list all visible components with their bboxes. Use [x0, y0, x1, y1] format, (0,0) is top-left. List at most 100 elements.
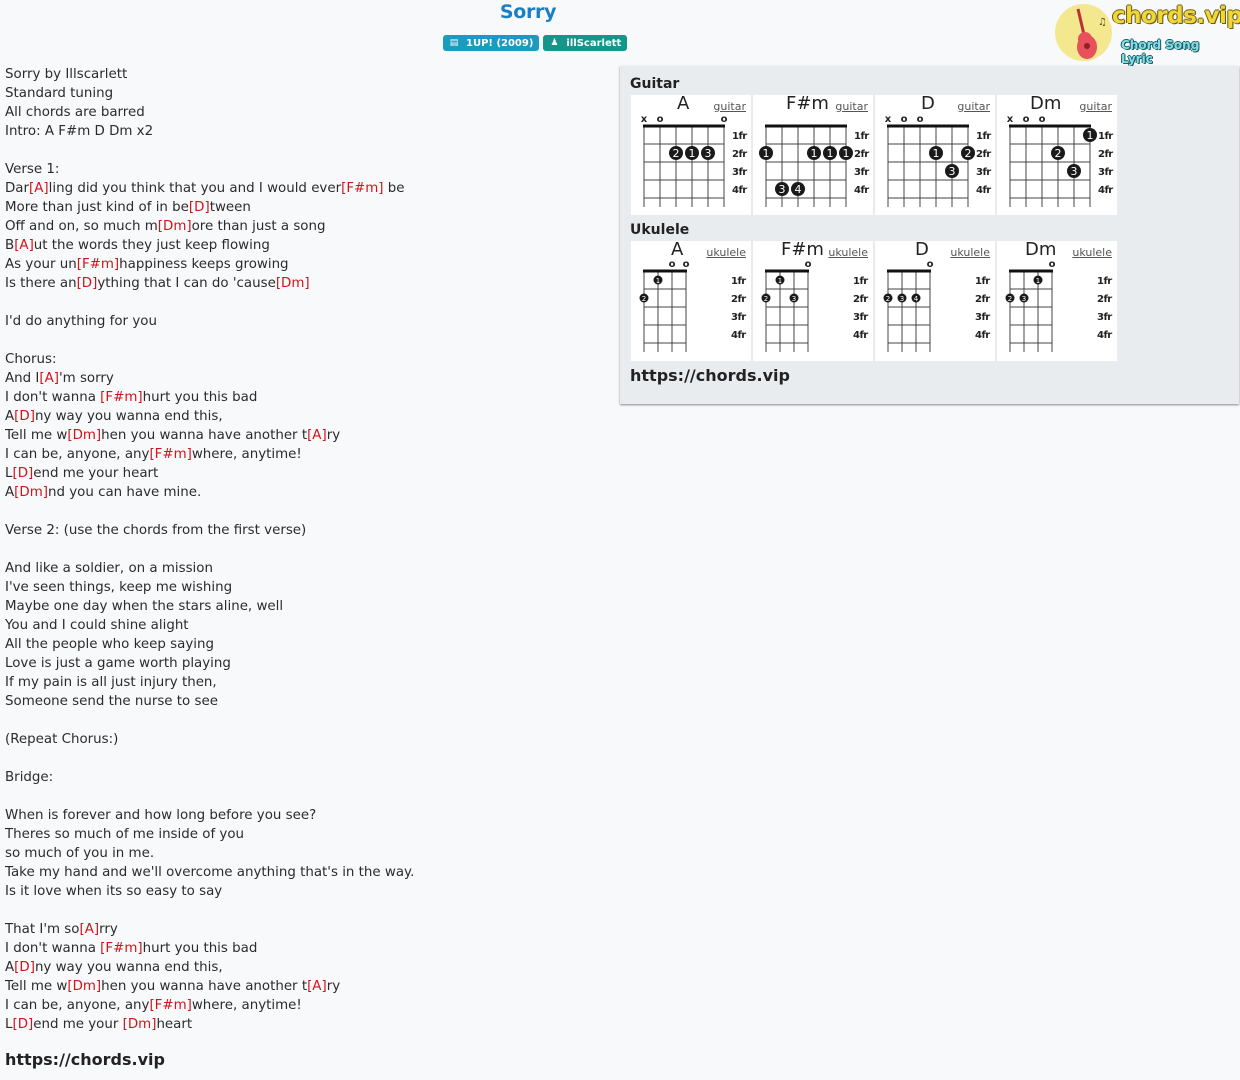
fret-label: 1fr: [854, 131, 869, 142]
artist-badge[interactable]: ♟ illScarlett: [543, 35, 628, 51]
panel-site-link[interactable]: https://chords.vip: [630, 366, 790, 385]
chord-diagram: x o o1fr2fr3fr4fr231: [1007, 114, 1114, 207]
open-string-marker: o: [657, 114, 664, 125]
chord-link[interactable]: [F#m]: [341, 181, 383, 196]
open-string-marker: o: [1039, 114, 1046, 125]
lyric-text: You and I could shine alight: [5, 618, 189, 633]
chord-link[interactable]: [F#m]: [149, 998, 191, 1013]
chord-link[interactable]: [A]: [14, 238, 34, 253]
chord-link[interactable]: [Dm]: [14, 485, 48, 500]
fret-label: 4fr: [732, 185, 747, 196]
chord-link[interactable]: [A]: [307, 979, 327, 994]
lyric-text: hurt you this bad: [142, 941, 258, 956]
chord-link[interactable]: [Dm]: [276, 276, 310, 291]
open-string-marker: o: [1049, 259, 1056, 270]
finger-number: 3: [949, 165, 956, 178]
chord-link[interactable]: [D]: [14, 960, 35, 975]
chord-link[interactable]: [Dm]: [123, 1017, 157, 1032]
chord-diagram: o 1fr 2fr 3fr 4fr 2 3 1: [1005, 259, 1113, 352]
lyric-text: All chords are barred: [5, 105, 145, 120]
song-title: Sorry: [499, 1, 557, 23]
chord-link[interactable]: [Dm]: [67, 428, 101, 443]
open-string-marker: o: [721, 114, 728, 125]
lyric-line: Take my hand and we'll overcome anything…: [5, 863, 605, 882]
lyric-text: end me your heart: [33, 466, 159, 481]
lyric-text: rry: [99, 922, 118, 937]
chord-link[interactable]: [F#m]: [77, 257, 119, 272]
ukulele-chord-card-dm[interactable]: Dm ukulele o 1fr 2fr 3fr 4fr 2 3 1: [997, 239, 1117, 361]
chord-link[interactable]: [D]: [77, 276, 98, 291]
guitar-icon: ♫: [1076, 8, 1107, 59]
finger-number: 4: [795, 183, 802, 196]
lyric-line: That I'm so[A]rry: [5, 920, 605, 939]
chord-link[interactable]: [D]: [12, 466, 33, 481]
lyric-line: I'd do anything for you: [5, 312, 605, 331]
fret-label: 2fr: [731, 294, 746, 305]
lyric-line: I don't wanna [F#m]hurt you this bad: [5, 939, 605, 958]
chord-diagrams-panel: Guitar Aguitar x o o 1fr 2fr 3fr 4fr 2 1 3 F#m guita…: [620, 66, 1239, 404]
footer-site-link[interactable]: https://chords.vip: [5, 1050, 165, 1069]
fret-label: 4fr: [854, 185, 869, 196]
chord-link[interactable]: [F#m]: [100, 941, 142, 956]
ukulele-chord-card-a[interactable]: Aukulele o o 1fr 2fr 3fr 4fr 2 1: [631, 239, 751, 361]
chord-link[interactable]: [F#m]: [100, 390, 142, 405]
finger-number: 3: [779, 183, 786, 196]
finger-number: 1: [689, 147, 696, 160]
chord-link[interactable]: [Dm]: [67, 979, 101, 994]
finger-number: 3: [792, 295, 796, 303]
fret-label: 4fr: [853, 330, 868, 341]
chord-link[interactable]: [A]: [39, 371, 59, 386]
ukulele-chord-card-d[interactable]: Dukulele o 1fr 2fr 3fr 4fr 2 3 4: [875, 239, 995, 361]
guitar-chord-card-dm[interactable]: Dm guitar x o o 1fr 2fr 3fr 4fr 2 3 1: [997, 93, 1117, 215]
chord-link[interactable]: [D]: [189, 200, 210, 215]
album-badge[interactable]: ▤ 1UP! (2009): [443, 35, 540, 51]
lyric-text: More than just kind of in be: [5, 200, 189, 215]
guitar-chord-card-fsharpm[interactable]: F#m guitar 1fr 2fr 3fr 4fr 1 3 4 1 1 1: [753, 93, 873, 215]
chord-link[interactable]: [D]: [12, 1017, 33, 1032]
user-icon: ♟: [550, 38, 559, 48]
lyric-text: Take my hand and we'll overcome anything…: [5, 865, 415, 880]
chord-link[interactable]: [F#m]: [149, 447, 191, 462]
lyric-text: Off and on, so much m: [5, 219, 158, 234]
finger-number: 2: [642, 295, 646, 303]
finger-number: 2: [673, 147, 680, 160]
chord-link[interactable]: [A]: [307, 428, 327, 443]
fret-label: 1fr: [1098, 131, 1113, 142]
chord-link[interactable]: [A]: [29, 181, 49, 196]
finger-number: 2: [1008, 295, 1012, 303]
chord-link[interactable]: [D]: [14, 409, 35, 424]
chord-diagram: x o o1fr2fr3fr4fr2 1 3: [641, 114, 748, 207]
lyric-line: (Repeat Chorus:): [5, 730, 605, 749]
lyric-line: A[D]ny way you wanna end this,: [5, 958, 605, 977]
guitar-chord-card-a[interactable]: Aguitar x o o 1fr 2fr 3fr 4fr 2 1 3: [631, 93, 751, 215]
ukulele-chord-card-fsharpm[interactable]: F#m ukulele o 1fr 2fr 3fr 4fr 2 1 3: [753, 239, 873, 361]
fret-label: 1fr: [975, 276, 990, 287]
chord-link[interactable]: [A]: [79, 922, 99, 937]
lyric-line: Dar[A]ling did you think that you and I …: [5, 179, 605, 198]
lyric-text: ling did you think that you and I would …: [48, 181, 342, 196]
lyric-line: L[D]end me your heart: [5, 464, 605, 483]
lyric-text: As your un: [5, 257, 77, 272]
lyric-text: Sorry by Illscarlett: [5, 67, 128, 82]
lyric-text: ry: [326, 428, 341, 443]
open-string-marker: o: [805, 259, 812, 270]
fret-label: 4fr: [1098, 185, 1113, 196]
lyric-text: tween: [209, 200, 251, 215]
lyric-text: Verse 1:: [5, 162, 60, 177]
finger-number: 1: [811, 147, 818, 160]
finger-number: 3: [900, 295, 904, 303]
chord-link[interactable]: [Dm]: [158, 219, 192, 234]
fret-label: 4fr: [975, 330, 990, 341]
fret-label: 1fr: [976, 131, 991, 142]
site-logo[interactable]: ♫ chords.vip Chord Song Lyric: [1054, 3, 1240, 66]
ukulele-heading: Ukulele: [630, 222, 690, 238]
lyric-text: end me your: [33, 1017, 123, 1032]
chord-diagram: x o o1fr2fr3fr4fr132: [885, 114, 992, 207]
fret-label: 2fr: [732, 149, 747, 160]
guitar-chord-card-d[interactable]: Dguitar x o o 1fr 2fr 3fr 4fr 1 3 2: [875, 93, 995, 215]
ukulele-chord-list: Aukulele o o 1fr 2fr 3fr 4fr 2 1 F#m ukulele o 1fr 2f…: [631, 239, 1117, 361]
finger-number: 1: [933, 147, 940, 160]
lyric-line: And I[A]'m sorry: [5, 369, 605, 388]
